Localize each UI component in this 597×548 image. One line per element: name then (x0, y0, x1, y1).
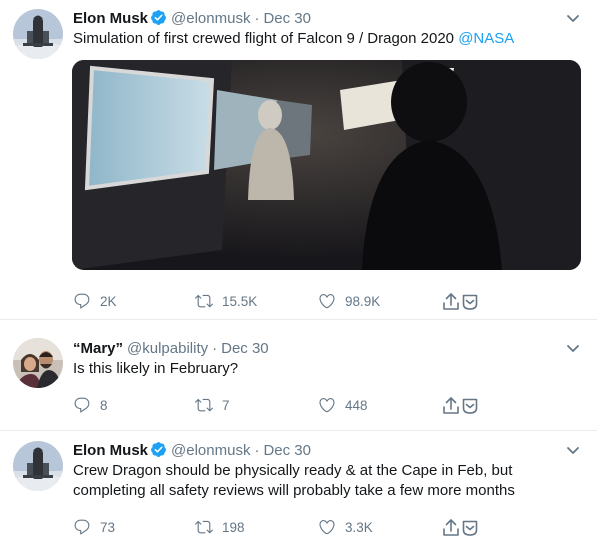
tweet-actions: 2K 15.5K 98.9K (73, 292, 493, 312)
verified-badge-icon (150, 9, 167, 26)
tweet-date[interactable]: Dec 30 (263, 10, 311, 27)
video-thumbnail (72, 60, 581, 270)
separator: · (254, 10, 260, 27)
like-button[interactable]: 98.9K (318, 292, 380, 312)
user-handle[interactable]: @elonmusk (171, 10, 250, 27)
reply-button[interactable]: 73 (73, 518, 115, 538)
verified-badge-icon (150, 441, 167, 458)
starship-avatar-image (13, 441, 63, 491)
retweet-count: 7 (222, 398, 230, 413)
tweet-header: Elon Musk @elonmusk · Dec 30 (73, 9, 311, 29)
avatar[interactable] (13, 338, 63, 388)
retweet-icon (195, 292, 213, 310)
user-handle[interactable]: @elonmusk (171, 442, 250, 459)
retweet-icon (195, 518, 213, 536)
reply-count: 73 (100, 520, 116, 535)
tweet-text: Is this likely in February? (73, 360, 239, 377)
display-name[interactable]: “Mary” (73, 340, 123, 357)
tweet-date[interactable]: Dec 30 (263, 442, 311, 459)
tweet-date[interactable]: Dec 30 (221, 340, 269, 357)
like-count: 98.9K (345, 294, 381, 309)
reply-count: 2K (100, 294, 117, 309)
separator: · (254, 442, 260, 459)
tweet-actions: 73 198 3.3K (73, 518, 493, 538)
profile-photo-avatar (13, 338, 63, 388)
tweet-text-line-2: completing all safety reviews will proba… (73, 482, 515, 499)
reply-icon (73, 292, 91, 310)
reply-icon (73, 396, 91, 414)
reply-button[interactable]: 8 (73, 396, 108, 416)
user-handle[interactable]: @kulpability (127, 340, 208, 357)
like-count: 3.3K (345, 520, 373, 535)
share-icon (441, 292, 481, 312)
like-icon (318, 396, 336, 414)
reply-icon (73, 518, 91, 536)
share-icon (441, 396, 481, 416)
starship-avatar-image (13, 9, 63, 59)
share-button[interactable] (441, 292, 481, 312)
retweet-button[interactable]: 15.5K (195, 292, 257, 312)
video-media[interactable] (72, 60, 581, 270)
avatar[interactable] (13, 441, 63, 491)
chevron-down-icon[interactable] (565, 340, 581, 356)
tweet-text-line-1: Crew Dragon should be physically ready &… (73, 462, 513, 479)
like-button[interactable]: 3.3K (318, 518, 373, 538)
retweet-count: 15.5K (222, 294, 258, 309)
share-icon (441, 518, 481, 538)
mention-link[interactable]: @NASA (458, 30, 514, 47)
share-button[interactable] (441, 518, 481, 538)
like-count: 448 (345, 398, 368, 413)
tweet-header: Elon Musk @elonmusk · Dec 30 (73, 441, 311, 461)
retweet-count: 198 (222, 520, 245, 535)
reply-button[interactable]: 2K (73, 292, 117, 312)
tweet-text: Crew Dragon should be physically ready &… (73, 461, 573, 501)
display-name[interactable]: Elon Musk (73, 442, 148, 459)
like-icon (318, 518, 336, 536)
retweet-icon (195, 396, 213, 414)
separator: · (212, 340, 218, 357)
tweet-header: “Mary” @kulpability · Dec 30 (73, 339, 269, 359)
tweet-text-body: Simulation of first crewed flight of Fal… (73, 30, 459, 47)
display-name[interactable]: Elon Musk (73, 10, 148, 27)
retweet-button[interactable]: 198 (195, 518, 245, 538)
retweet-button[interactable]: 7 (195, 396, 230, 416)
tweet-text: Simulation of first crewed flight of Fal… (73, 29, 573, 49)
like-icon (318, 292, 336, 310)
tweet-2[interactable]: “Mary” @kulpability · Dec 30 Is this likely… (0, 330, 597, 431)
share-button[interactable] (441, 396, 481, 416)
like-button[interactable]: 448 (318, 396, 368, 416)
tweet-3[interactable]: Elon Musk @elonmusk · Dec 30 Crew Dragon sh… (0, 432, 597, 548)
chevron-down-icon[interactable] (565, 10, 581, 26)
reply-count: 8 (100, 398, 108, 413)
tweet-actions: 8 7 448 (73, 396, 493, 416)
avatar[interactable] (13, 9, 63, 59)
tweet-1[interactable]: Elon Musk @elonmusk · Dec 30 Simulation of … (0, 0, 597, 320)
chevron-down-icon[interactable] (565, 442, 581, 458)
